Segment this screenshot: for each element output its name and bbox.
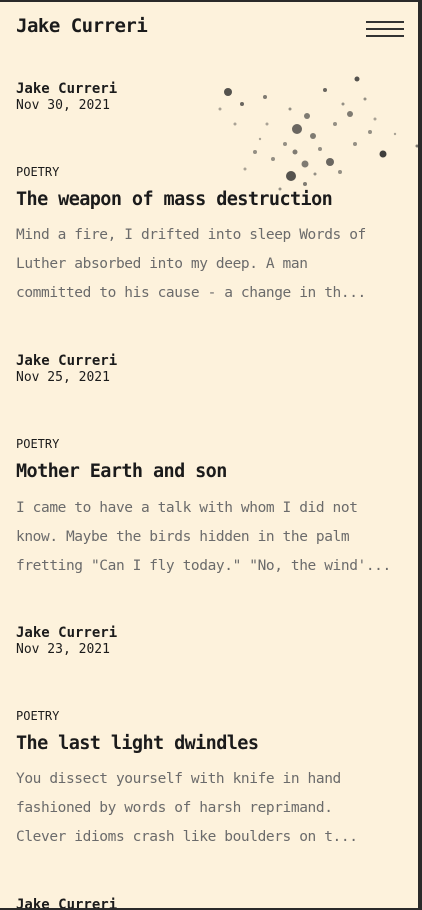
- page: Jake Curreri Jake Curreri Nov 30, 2021 P…: [0, 2, 418, 908]
- post-date: Nov 23, 2021: [16, 642, 110, 657]
- post-item[interactable]: Jake Curreri: [16, 896, 408, 908]
- post-date: Nov 25, 2021: [16, 370, 110, 385]
- post-excerpt: You dissect yourself with knife in hand …: [16, 765, 408, 852]
- excerpt-line: You dissect yourself with knife in hand: [16, 771, 341, 787]
- post-title[interactable]: Mother Earth and son: [16, 459, 227, 485]
- excerpt-line: I came to have a talk with whom I did no…: [16, 500, 358, 516]
- post-category[interactable]: POETRY: [16, 436, 59, 452]
- excerpt-line: Mind a fire, I drifted into sleep Words …: [16, 227, 366, 243]
- post-item[interactable]: Jake Curreri Nov 23, 2021 POETRY The las…: [16, 624, 408, 864]
- post-excerpt: Mind a fire, I drifted into sleep Words …: [16, 221, 408, 308]
- post-date: Nov 30, 2021: [16, 98, 110, 113]
- excerpt-line: Clever idioms crash like boulders on t..…: [16, 829, 358, 845]
- post-item[interactable]: Jake Curreri Nov 25, 2021 POETRY Mother …: [16, 352, 408, 592]
- excerpt-line: Luther absorbed into my deep. A man: [16, 256, 308, 272]
- site-header: Jake Curreri: [0, 2, 418, 58]
- post-excerpt: I came to have a talk with whom I did no…: [16, 494, 408, 581]
- post-title[interactable]: The last light dwindles: [16, 731, 259, 757]
- excerpt-line: fretting "Can I fly today." "No, the win…: [16, 558, 391, 574]
- post-title[interactable]: The weapon of mass destruction: [16, 187, 333, 213]
- post-item[interactable]: Jake Curreri Nov 30, 2021 POETRY The wea…: [16, 80, 408, 320]
- site-title[interactable]: Jake Curreri: [16, 15, 148, 37]
- post-author[interactable]: Jake Curreri: [16, 624, 408, 642]
- hamburger-menu-icon[interactable]: [366, 20, 404, 40]
- post-author[interactable]: Jake Curreri: [16, 896, 408, 908]
- post-author[interactable]: Jake Curreri: [16, 80, 408, 98]
- excerpt-line: committed to his cause - a change in th.…: [16, 285, 366, 301]
- excerpt-line: know. Maybe the birds hidden in the palm: [16, 529, 350, 545]
- post-author[interactable]: Jake Curreri: [16, 352, 408, 370]
- post-category[interactable]: POETRY: [16, 708, 59, 724]
- excerpt-line: fashioned by words of harsh reprimand.: [16, 800, 333, 816]
- post-category[interactable]: POETRY: [16, 164, 59, 180]
